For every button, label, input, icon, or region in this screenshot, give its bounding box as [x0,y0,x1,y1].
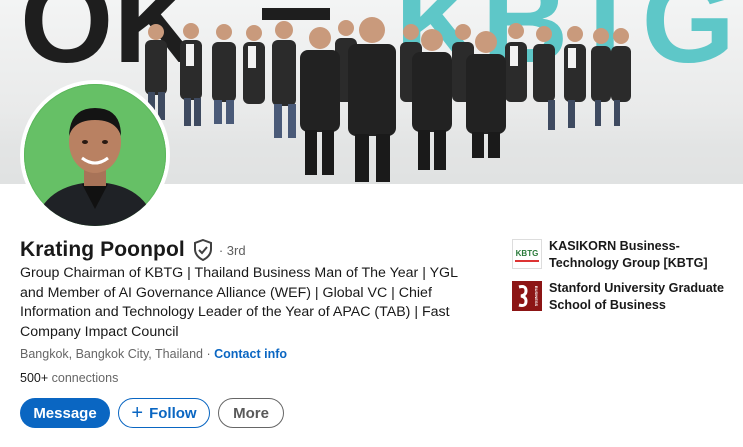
name-row: Krating Poonpol · 3rd [20,238,246,262]
org-name-stanford: Stanford University Graduate School of B… [549,281,724,312]
connection-degree: · 3rd [218,242,246,258]
location-separator: · [202,347,215,361]
org-item-stanford[interactable]: BUSINESS Stanford University Graduate Sc… [512,280,737,313]
svg-text:BUSINESS: BUSINESS [534,286,539,307]
follow-button-label: Follow [149,404,197,422]
connections-label: connections [48,371,119,385]
profile-organizations: KBTG KASIKORN Business-Technology Group … [512,238,737,322]
kbtg-logo: KBTG [512,239,542,269]
profile-location: Bangkok, Bangkok City, Thailand [20,347,203,361]
profile-location-row: Bangkok, Bangkok City, Thailand · Contac… [20,347,287,361]
more-button[interactable]: More [218,398,284,428]
connections-count[interactable]: 500+ connections [20,371,118,385]
org-name-kbtg: KASIKORN Business-Technology Group [KBTG… [549,239,708,270]
profile-photo[interactable] [20,80,170,230]
profile-actions: Message + Follow More [20,398,284,428]
profile-headline: Group Chairman of KBTG | Thailand Busine… [20,265,458,340]
contact-info-link[interactable]: Contact info [214,347,287,361]
banner-text-left: OK [20,0,200,88]
follow-button[interactable]: + Follow [118,398,210,428]
avatar [24,84,166,226]
verified-shield-icon[interactable] [193,238,213,262]
more-button-label: More [233,404,269,422]
message-button[interactable]: Message [20,398,110,428]
message-button-label: Message [33,404,97,422]
svg-text:KBTG: KBTG [516,249,539,258]
plus-icon: + [131,402,144,424]
stanford-gsb-logo: BUSINESS [512,281,542,311]
org-item-kbtg[interactable]: KBTG KASIKORN Business-Technology Group … [512,238,737,271]
banner-dash [262,8,330,20]
connections-number: 500+ [20,371,49,385]
profile-name: Krating Poonpol [20,238,185,261]
